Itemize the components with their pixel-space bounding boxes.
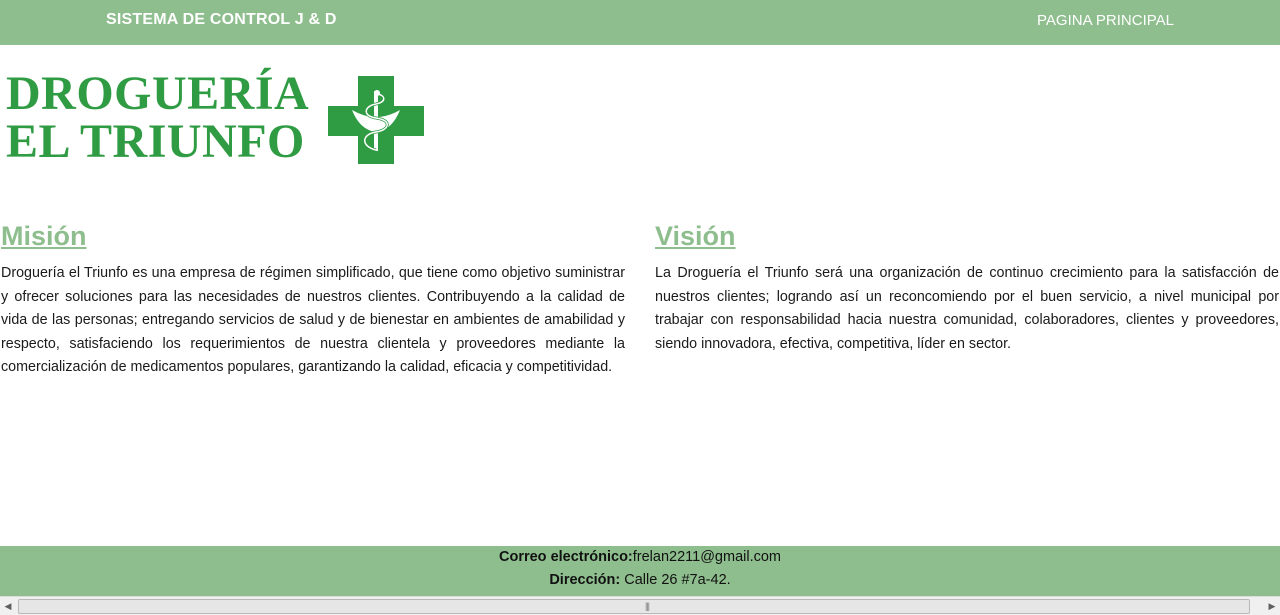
logo-line-2: EL TRIUNFO	[6, 115, 305, 168]
main-page-link[interactable]: PAGINA PRINCIPAL	[1037, 12, 1174, 29]
scrollbar-grip-icon: |||	[645, 601, 650, 611]
scrollbar-thumb[interactable]: |||	[18, 599, 1250, 614]
vision-title: Visión	[655, 221, 736, 251]
pharmacy-logo: DROGUERÍA EL TRIUNFO	[6, 70, 426, 180]
logo-text: DROGUERÍA EL TRIUNFO	[6, 70, 309, 166]
top-navbar: SISTEMA DE CONTROL J & D PAGINA PRINCIPA…	[0, 0, 1280, 45]
pharmacy-cross-icon	[328, 76, 424, 164]
horizontal-scrollbar[interactable]: ◀ ||| ▶	[0, 596, 1280, 615]
brand-link[interactable]: SISTEMA DE CONTROL J & D	[106, 11, 337, 29]
email-value: frelan2211@gmail.com	[632, 549, 781, 565]
mission-text: Droguería el Triunfo es una empresa de r…	[1, 265, 625, 375]
footer: Correo electrónico:frelan2211@gmail.com …	[0, 546, 1280, 596]
vision-text: La Droguería el Triunfo será una organiz…	[655, 265, 1279, 352]
address-value: Calle 26 #7a-42.	[620, 572, 731, 588]
page: SISTEMA DE CONTROL J & D PAGINA PRINCIPA…	[0, 0, 1280, 615]
footer-email-row: Correo electrónico:frelan2211@gmail.com	[0, 549, 1280, 565]
logo-line-1: DROGUERÍA	[6, 67, 310, 120]
vision-section: Visión La Droguería el Triunfo será una …	[655, 220, 1279, 356]
address-label: Dirección:	[549, 572, 621, 588]
scroll-left-arrow-icon[interactable]: ◀	[2, 600, 14, 612]
footer-address-row: Dirección: Calle 26 #7a-42.	[0, 572, 1280, 588]
email-label: Correo electrónico:	[499, 549, 633, 565]
scroll-right-arrow-icon[interactable]: ▶	[1266, 600, 1278, 612]
mission-section: Misión Droguería el Triunfo es una empre…	[1, 220, 625, 380]
mission-title: Misión	[1, 221, 87, 251]
